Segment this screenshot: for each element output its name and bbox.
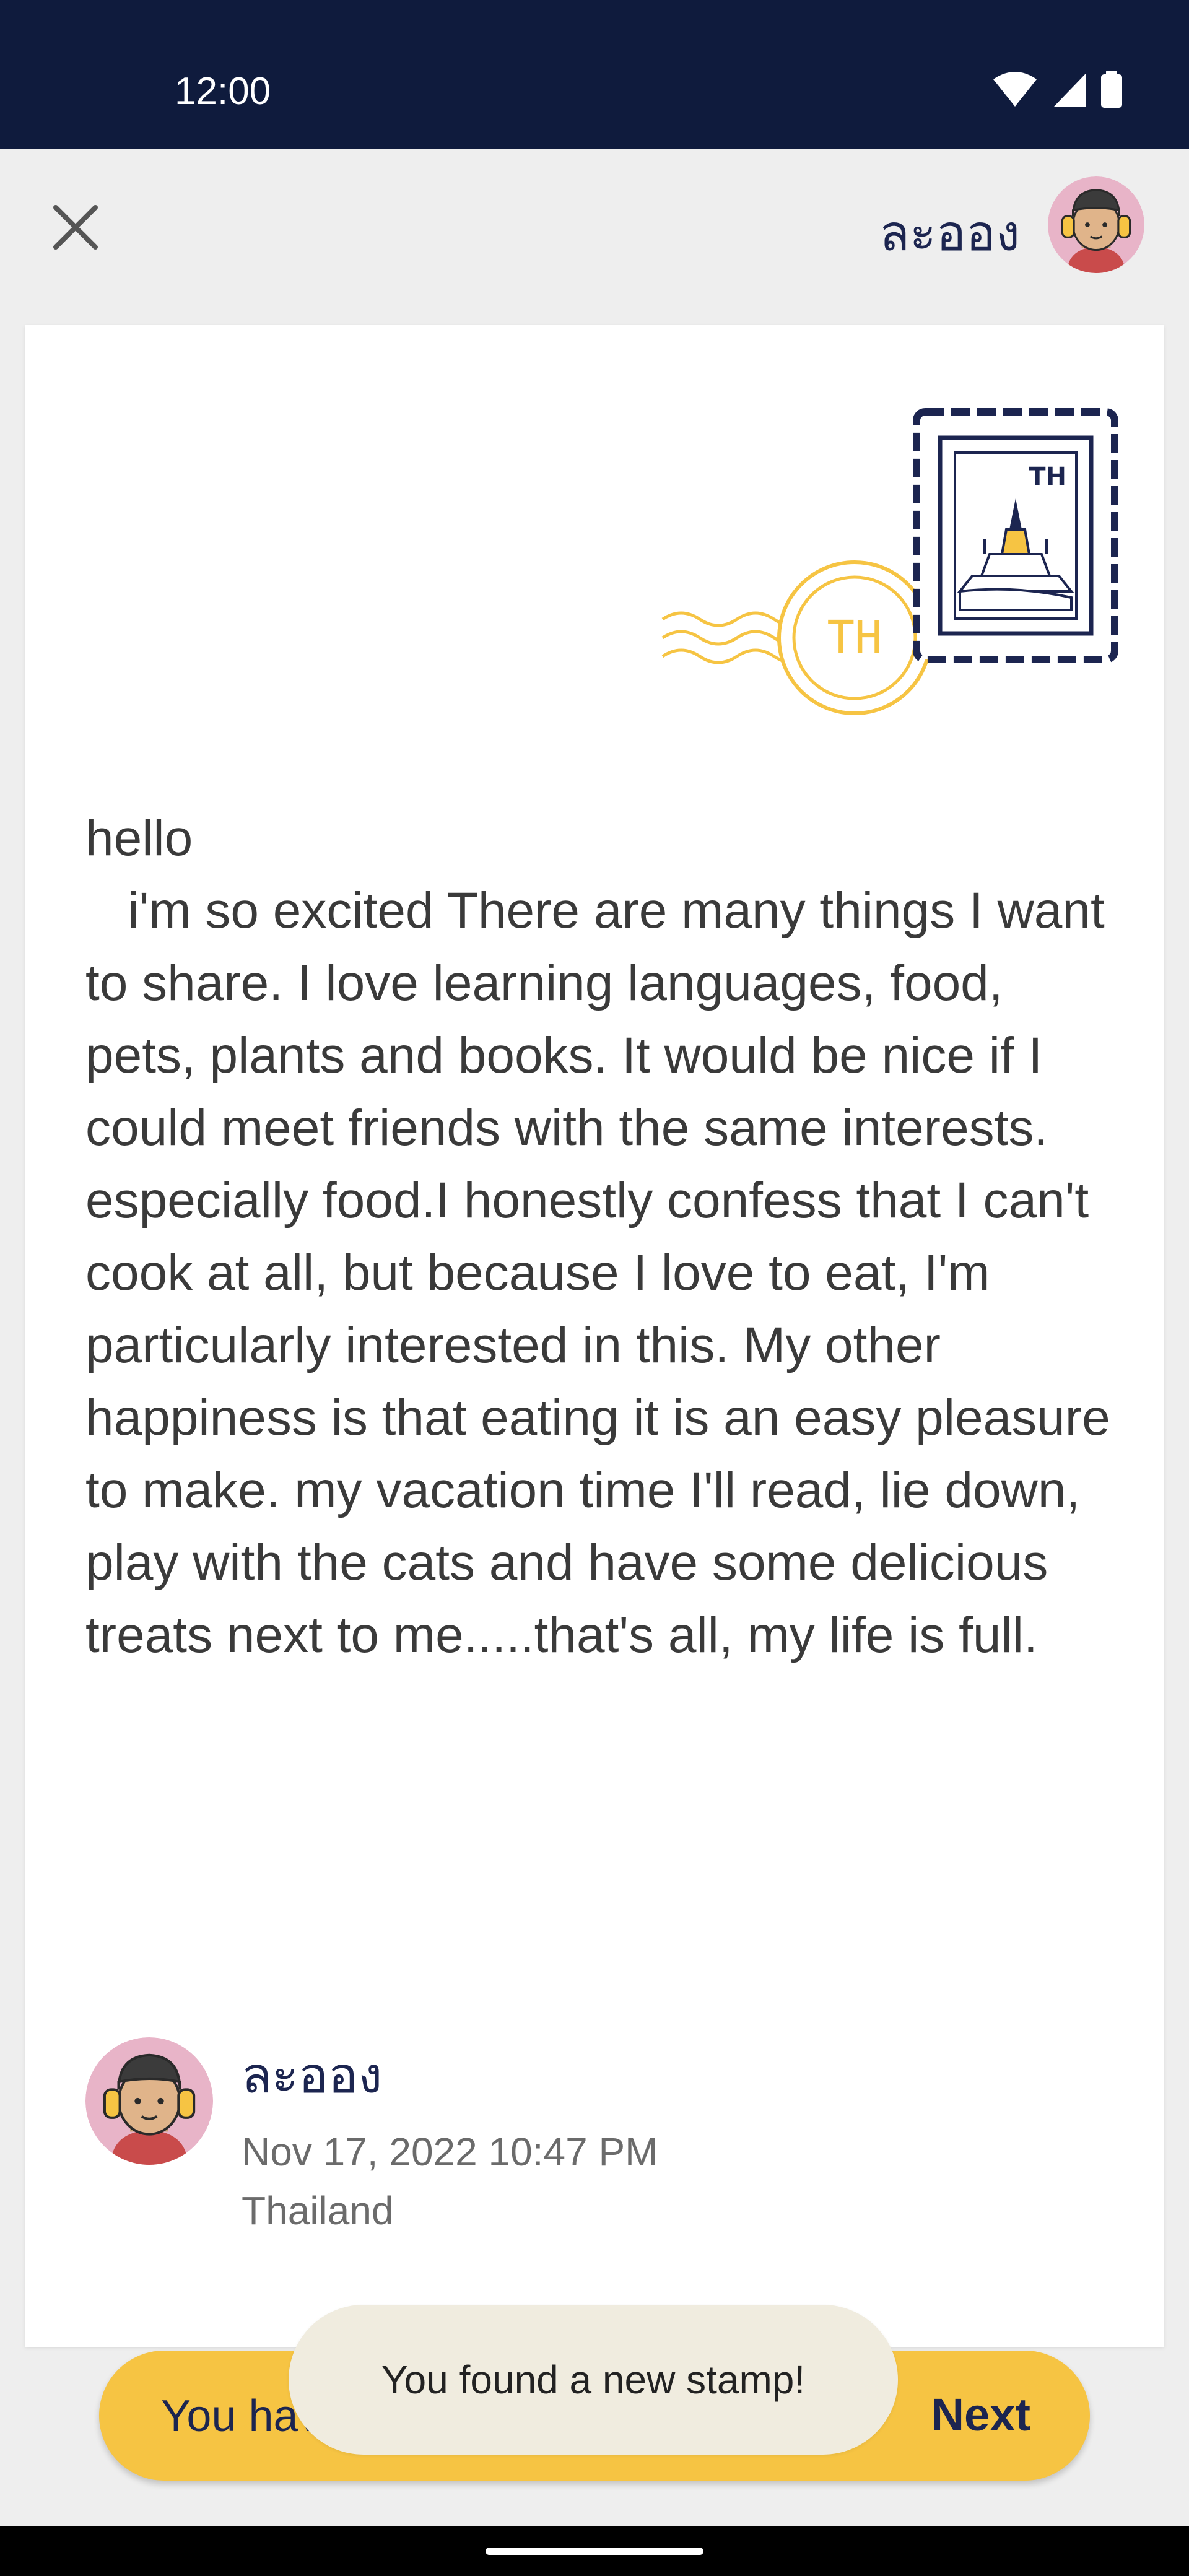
home-gesture-handle[interactable] (486, 2548, 703, 2555)
signature-date: Nov 17, 2022 10:47 PM (242, 2130, 658, 2174)
letter-signature: ละออง Nov 17, 2022 10:47 PM Thailand (85, 2037, 952, 2248)
toast-text: You found a new stamp! (381, 2357, 806, 2402)
letter-body: hello i'm so excited There are many thin… (85, 810, 1110, 1663)
close-icon (53, 205, 98, 250)
status-bar: 12:00 (0, 0, 1189, 149)
avatar-icon (1048, 176, 1144, 273)
signature-avatar[interactable] (85, 2037, 213, 2165)
signature-name: ละออง (242, 2047, 383, 2104)
avatar-icon (85, 2037, 213, 2165)
stamp-toast: You found a new stamp! (289, 2305, 898, 2455)
stamp-country-code: TH (1029, 463, 1066, 491)
postmark-circle-icon: TH (777, 560, 932, 715)
letter-header: ละออง (0, 149, 1189, 325)
status-icons (993, 71, 1122, 108)
sender-avatar[interactable] (1048, 176, 1144, 273)
stamp-graphic: TH TH (661, 408, 1118, 715)
battery-icon (1101, 71, 1122, 108)
signal-icon (1054, 73, 1086, 107)
wifi-icon (993, 72, 1037, 107)
system-nav-bar (0, 2526, 1189, 2576)
next-button[interactable]: Next (931, 2383, 1030, 2447)
postmark-code: TH (827, 611, 882, 664)
letter-card: TH TH hello i'm so excited There are man… (25, 325, 1164, 2347)
status-time: 12:00 (175, 70, 271, 113)
close-button[interactable] (38, 190, 113, 264)
signature-country: Thailand (242, 2188, 394, 2233)
stamp-icon: TH (913, 408, 1118, 663)
sender-name[interactable]: ละออง (879, 202, 1020, 264)
